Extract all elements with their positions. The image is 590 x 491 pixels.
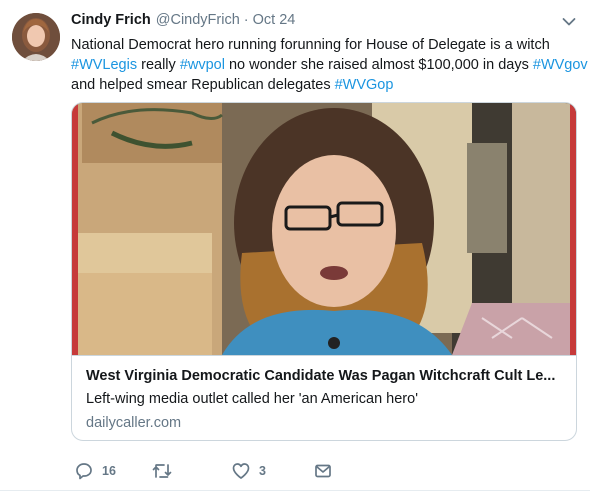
tweet-text-span: and helped smear Republican delegates xyxy=(71,77,335,93)
hashtag-link[interactable]: #WVLegis xyxy=(71,57,137,73)
author-name[interactable]: Cindy Frich xyxy=(71,12,151,28)
reply-count: 16 xyxy=(102,464,116,478)
card-domain: dailycaller.com xyxy=(86,415,182,431)
direct-message-button[interactable] xyxy=(314,459,332,483)
tweet-text: National Democrat hero running forunning… xyxy=(71,35,588,95)
reply-button[interactable]: 16 xyxy=(75,459,116,483)
like-button[interactable]: 3 xyxy=(232,459,266,483)
tweet-actions: 16 3 xyxy=(71,459,371,483)
tweet-text-line: and helped smear Republican delegates #W… xyxy=(71,75,576,95)
card-description: Left-wing media outlet called her 'an Am… xyxy=(86,391,418,407)
tweet-header: Cindy Frich @CindyFrich · Oct 24 xyxy=(71,12,295,32)
chevron-down-icon[interactable] xyxy=(562,17,576,27)
hashtag-link[interactable]: #wvpol xyxy=(180,57,225,73)
tweet-text-line: National Democrat hero running forunning… xyxy=(71,37,550,53)
retweet-icon xyxy=(152,464,172,478)
tweet-text-span: no wonder she raised almost $100,000 in … xyxy=(224,57,533,73)
separator: · xyxy=(243,12,249,28)
tweet-text-line: #WVLegis really #wvpol no wonder she rai… xyxy=(71,55,588,75)
avatar[interactable] xyxy=(12,13,60,61)
author-handle[interactable]: @CindyFrich xyxy=(156,12,240,28)
tweet-text-span: really xyxy=(137,57,180,73)
direct-message-icon xyxy=(315,464,331,478)
tweet[interactable]: Cindy Frich @CindyFrich · Oct 24 Nationa… xyxy=(0,0,590,491)
hashtag-link[interactable]: #WVgov xyxy=(533,57,588,73)
reply-icon xyxy=(76,463,92,480)
link-preview-card[interactable]: West Virginia Democratic Candidate Was P… xyxy=(71,102,577,441)
card-title[interactable]: West Virginia Democratic Candidate Was P… xyxy=(86,366,566,386)
card-body[interactable]: West Virginia Democratic Candidate Was P… xyxy=(72,355,576,440)
retweet-button[interactable] xyxy=(152,459,181,483)
tweet-timestamp[interactable]: Oct 24 xyxy=(253,12,296,28)
hashtag-link[interactable]: #WVGop xyxy=(335,77,394,93)
like-icon xyxy=(232,463,250,479)
card-image[interactable] xyxy=(72,103,576,355)
like-count: 3 xyxy=(259,464,266,478)
